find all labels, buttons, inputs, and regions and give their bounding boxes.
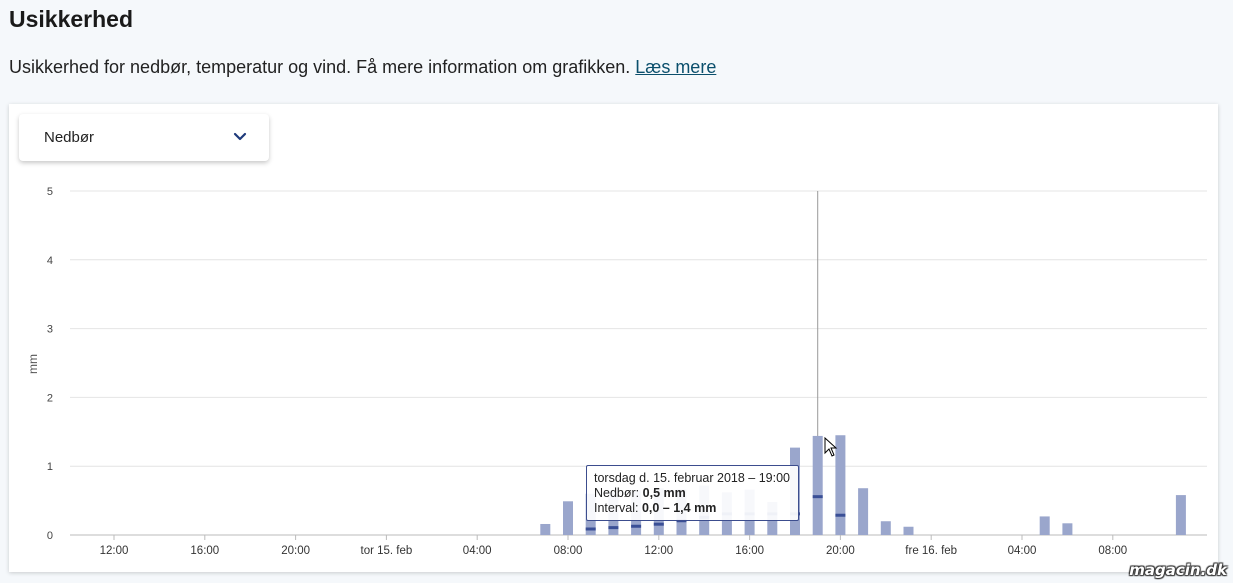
x-tick-label: 08:00 (554, 545, 583, 557)
bar-median (653, 522, 664, 526)
x-tick-label: 04:00 (463, 545, 492, 557)
bar (1175, 495, 1186, 535)
bar (563, 501, 573, 535)
bar (1062, 523, 1073, 535)
y-axis-label: mm (26, 354, 40, 374)
mouse-cursor-icon (824, 437, 838, 457)
bar-median (835, 513, 846, 517)
chart-tooltip: torsdag d. 15. februar 2018 – 19:00 Nedb… (586, 465, 799, 521)
y-tick-label: 3 (47, 324, 53, 336)
y-tick-label: 1 (47, 461, 53, 473)
read-more-link[interactable]: Læs mere (635, 57, 716, 77)
tooltip-value: 0,5 mm (642, 486, 686, 500)
bar (812, 435, 823, 535)
x-tick-label: tor 15. feb (361, 545, 413, 557)
bar-median (585, 527, 596, 531)
tooltip-value-row: Nedbør: 0,5 mm (594, 486, 790, 501)
x-tick-label: 12:00 (644, 545, 673, 557)
x-tick-label: 16:00 (735, 545, 764, 557)
tooltip-interval-row: Interval: 0,0 – 1,4 mm (594, 501, 790, 516)
bar (540, 523, 551, 535)
x-tick-label: 16:00 (190, 545, 219, 557)
y-tick-label: 5 (47, 186, 53, 198)
tooltip-value-label: Nedbør: (594, 486, 640, 500)
bar-median (608, 526, 619, 530)
watermark-logo: magacin.dk (1129, 561, 1227, 579)
intro-text: Usikkerhed for nedbør, temperatur og vin… (9, 57, 716, 78)
y-tick-label: 4 (47, 255, 53, 267)
tooltip-interval-label: Interval: (594, 501, 639, 515)
tooltip-date: torsdag d. 15. februar 2018 – 19:00 (594, 471, 790, 485)
bar-median (812, 495, 823, 499)
y-tick-label: 2 (47, 392, 53, 404)
x-tick-label: 04:00 (1008, 545, 1037, 557)
y-tick-label: 0 (47, 530, 53, 542)
chart-card: Nedbør 0 1 2 3 4 5 12:00 16:00 20:00 tor 15. feb 0… (9, 104, 1218, 572)
bar (880, 521, 891, 535)
bar (1039, 516, 1050, 535)
x-tick-label: 20:00 (281, 545, 310, 557)
tooltip-interval: 0,0 – 1,4 mm (641, 501, 717, 515)
x-tick-label: 12:00 (100, 545, 129, 557)
bar (858, 488, 869, 535)
bar-median (631, 524, 642, 528)
x-tick-label: 20:00 (826, 545, 855, 557)
x-tick-label: fre 16. feb (905, 545, 957, 557)
bar (903, 526, 914, 535)
x-tick-label: 08:00 (1098, 545, 1127, 557)
page-title: Usikkerhed (9, 6, 134, 32)
intro-description: Usikkerhed for nedbør, temperatur og vin… (9, 57, 631, 77)
